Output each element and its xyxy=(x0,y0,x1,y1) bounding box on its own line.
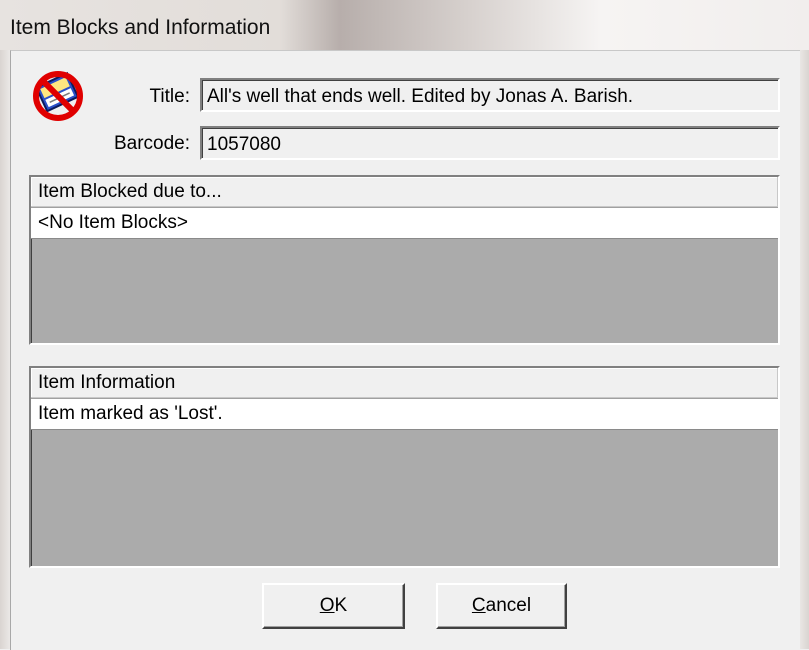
ok-mnemonic: O xyxy=(319,595,335,616)
ok-label-rest: K xyxy=(334,595,348,616)
item-blocks-header[interactable]: Item Blocked due to... xyxy=(31,177,778,208)
title-label: Title: xyxy=(149,86,190,107)
list-item[interactable]: <No Item Blocks> xyxy=(31,208,778,239)
cancel-mnemonic: C xyxy=(471,595,486,616)
barcode-label: Barcode: xyxy=(113,133,190,154)
title-bar[interactable]: Item Blocks and Information xyxy=(0,0,809,50)
window-frame-right xyxy=(799,50,809,649)
item-information-header[interactable]: Item Information xyxy=(31,368,778,399)
item-blocks-list[interactable]: Item Blocked due to... <No Item Blocks> xyxy=(29,175,780,345)
list-item[interactable]: Item marked as 'Lost'. xyxy=(31,399,778,430)
cancel-label-rest: ancel xyxy=(485,595,532,616)
title-field[interactable]: All's well that ends well. Edited by Jon… xyxy=(200,78,780,112)
item-information-list[interactable]: Item Information Item marked as 'Lost'. xyxy=(29,366,780,568)
window-title: Item Blocks and Information xyxy=(10,16,271,39)
window-frame-left xyxy=(0,50,10,649)
blocked-book-icon xyxy=(33,71,83,121)
ok-button[interactable]: OK xyxy=(262,583,405,629)
barcode-field[interactable]: 1057080 xyxy=(200,126,780,160)
cancel-button[interactable]: Cancel xyxy=(436,583,567,629)
